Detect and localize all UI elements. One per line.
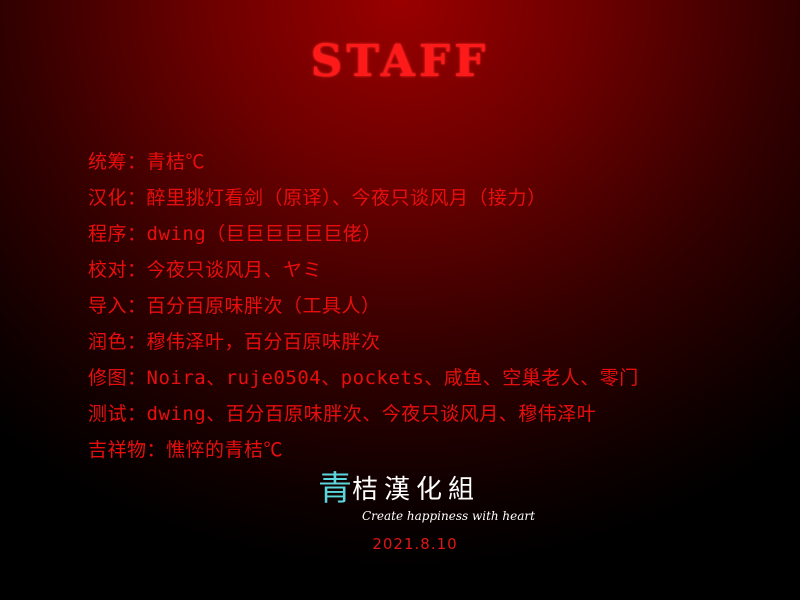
group-logo: 青 桔漢化組 Create happiness with heart xyxy=(318,469,535,526)
staff-title: STAFF xyxy=(310,36,490,87)
credits-list: 统筹：青桔℃ 汉化：醉里挑灯看剑（原译）、今夜只谈风月（接力） 程序：dwing… xyxy=(88,144,639,468)
logo-slogan: Create happiness with heart xyxy=(362,509,535,523)
logo-first-char: 青 xyxy=(318,469,352,509)
release-date: 2021.8.10 xyxy=(372,535,458,553)
credit-proofreading: 校对：今夜只谈风月、ヤミ xyxy=(88,259,323,281)
credit-import: 导入：百分百原味胖次（工具人） xyxy=(88,295,381,317)
credit-polish: 润色：穆伟泽叶，百分百原味胖次 xyxy=(88,331,381,353)
credit-coordinator: 统筹：青桔℃ xyxy=(88,151,206,173)
credit-testing: 测试：dwing、百分百原味胖次、今夜只谈风月、穆伟泽叶 xyxy=(88,403,597,425)
credit-program: 程序：dwing（巨巨巨巨巨巨佬） xyxy=(88,223,382,245)
credit-image-editing: 修图：Noira、ruje0504、pockets、咸鱼、空巢老人、零门 xyxy=(88,367,639,389)
credit-translation: 汉化：醉里挑灯看剑（原译）、今夜只谈风月（接力） xyxy=(88,187,547,209)
credit-mascot: 吉祥物：憔悴的青桔℃ xyxy=(88,439,284,461)
logo-name: 桔漢化組 xyxy=(352,475,481,505)
